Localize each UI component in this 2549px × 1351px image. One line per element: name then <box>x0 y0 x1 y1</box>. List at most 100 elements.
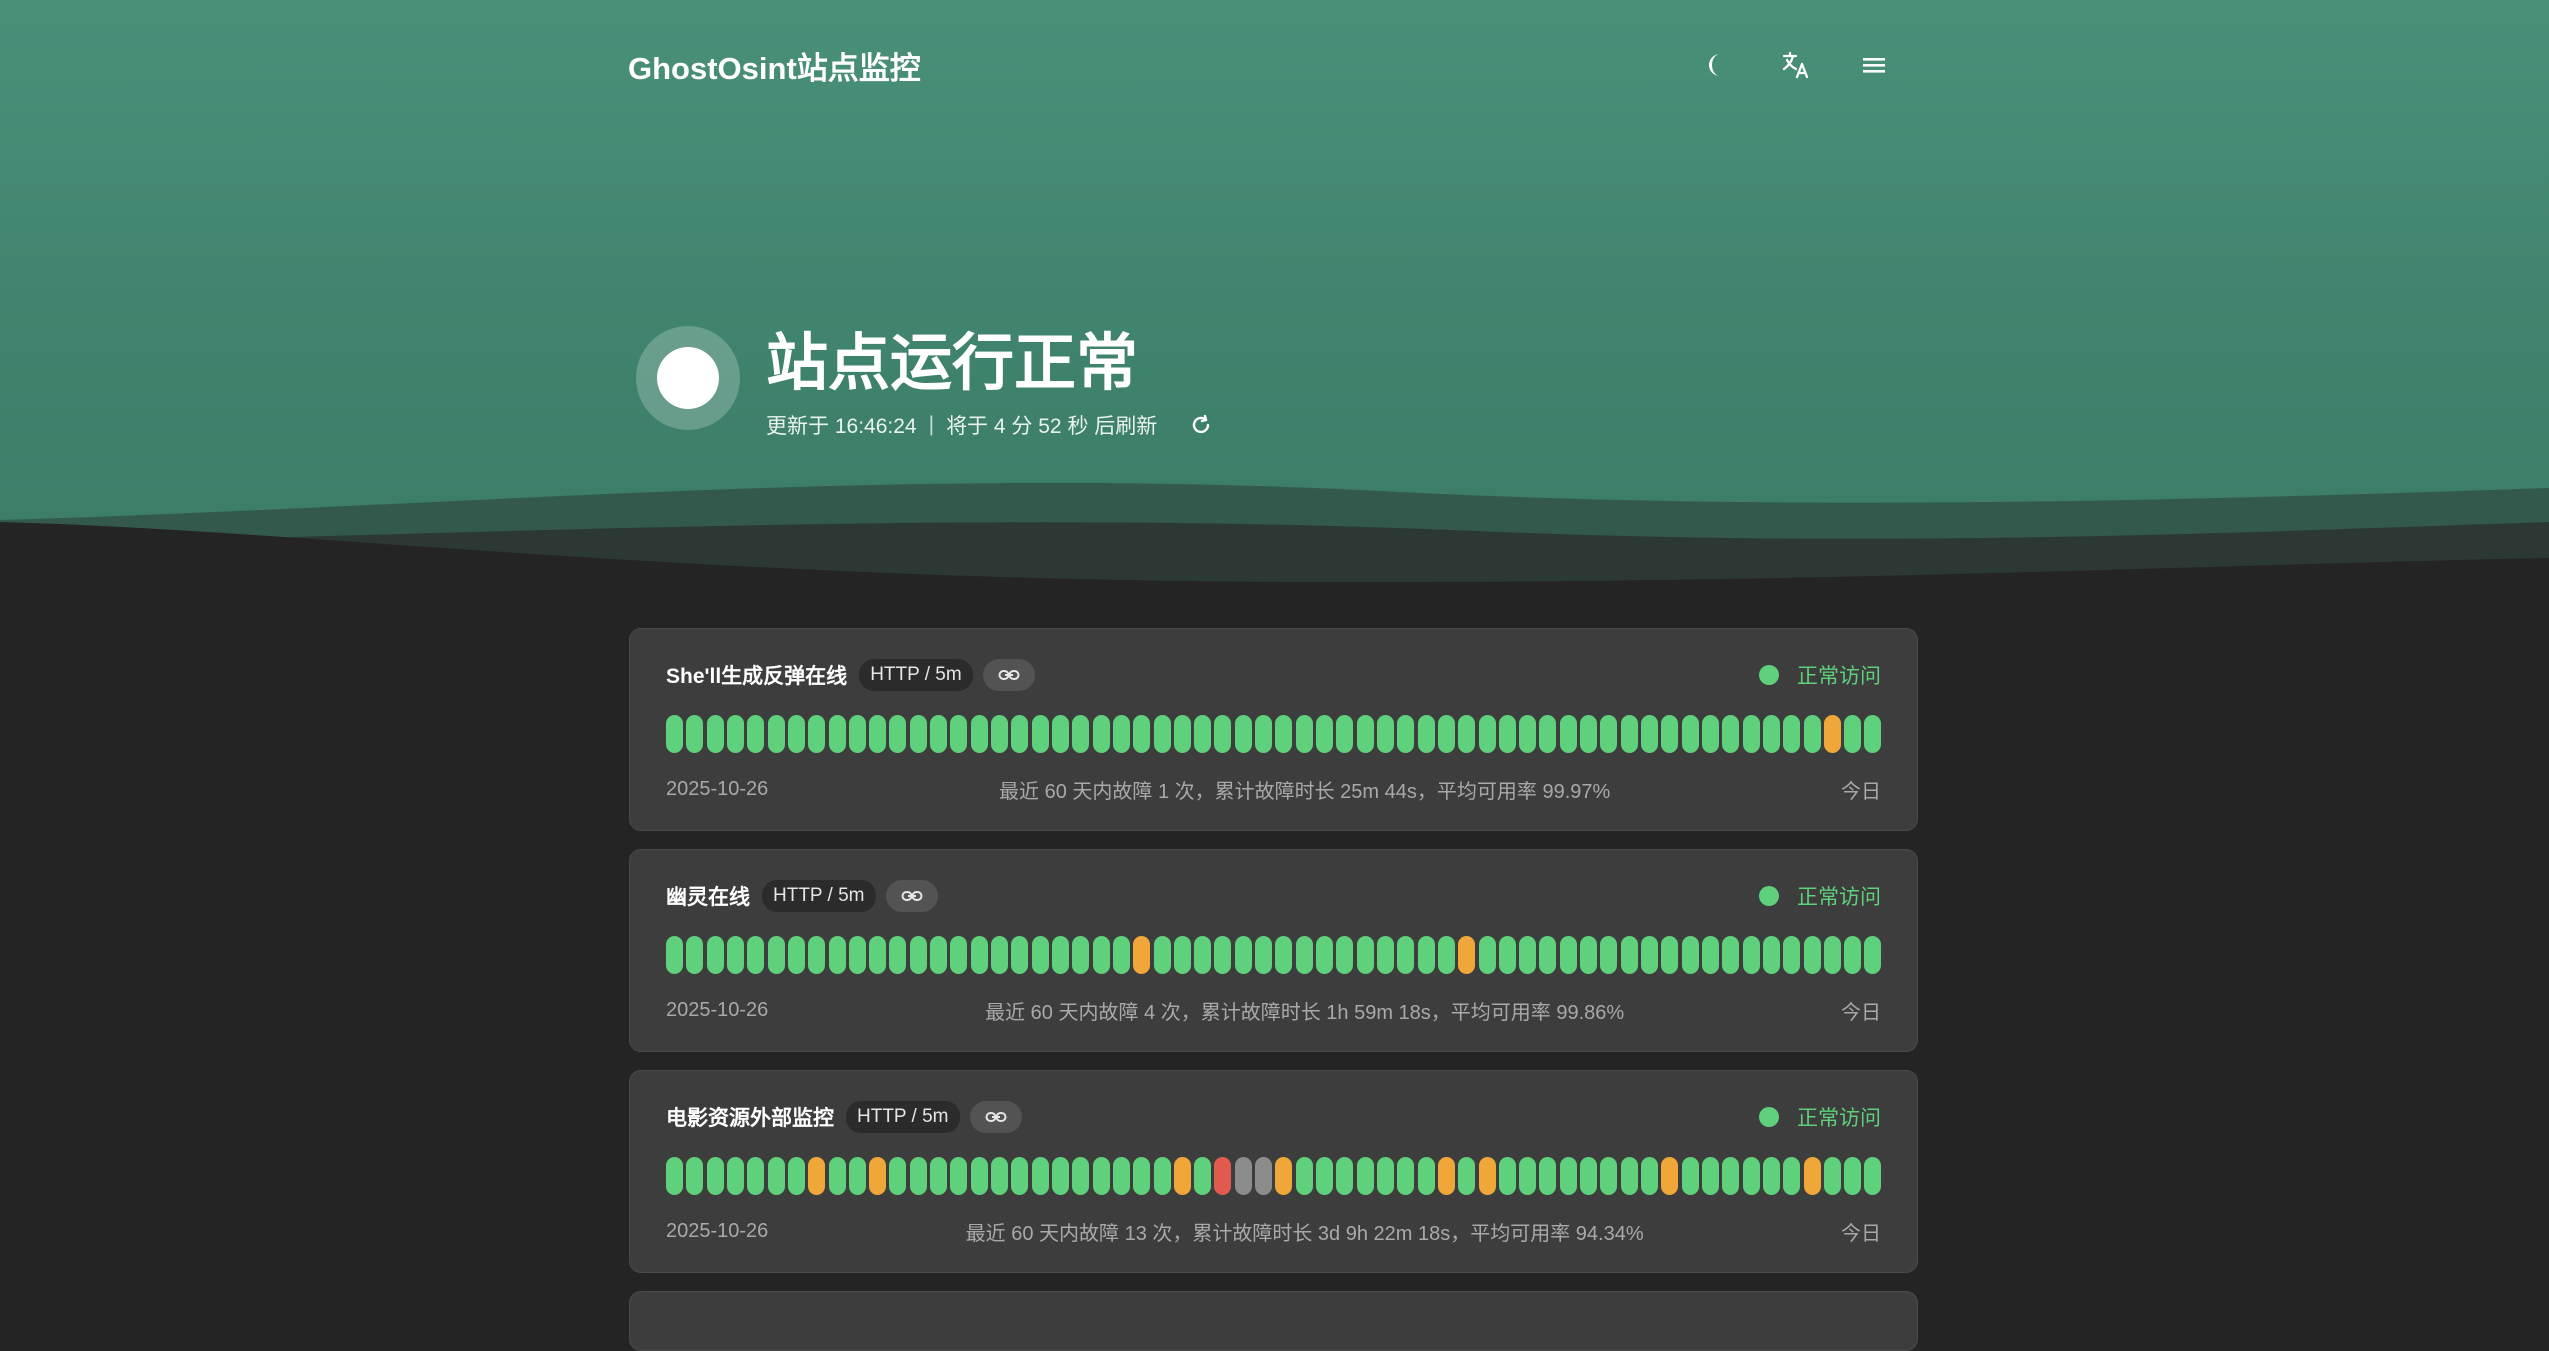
uptime-day-bar[interactable] <box>1011 1157 1029 1195</box>
uptime-day-bar[interactable] <box>991 936 1008 974</box>
uptime-day-bar[interactable] <box>1701 936 1719 974</box>
uptime-day-bar[interactable] <box>1255 936 1273 974</box>
uptime-day-bar[interactable] <box>1072 1157 1090 1195</box>
uptime-day-bar[interactable] <box>1336 936 1354 974</box>
uptime-day-bar[interactable] <box>991 1157 1008 1195</box>
uptime-day-bar[interactable] <box>930 936 948 974</box>
uptime-day-bar[interactable] <box>1031 936 1049 974</box>
uptime-day-bar[interactable] <box>1641 936 1658 974</box>
uptime-day-bar[interactable] <box>1458 715 1476 753</box>
uptime-day-bar[interactable] <box>747 1157 765 1195</box>
uptime-day-bar[interactable] <box>1742 936 1760 974</box>
uptime-day-bar[interactable] <box>1356 1157 1374 1195</box>
translate-icon[interactable] <box>1778 47 1814 83</box>
uptime-day-bar[interactable] <box>1539 715 1557 753</box>
uptime-day-bar[interactable] <box>1580 715 1598 753</box>
uptime-day-bar[interactable] <box>1153 715 1171 753</box>
uptime-day-bar[interactable] <box>1864 715 1882 753</box>
uptime-day-bar[interactable] <box>1011 715 1029 753</box>
uptime-day-bar[interactable] <box>767 936 785 974</box>
uptime-day-bar[interactable] <box>726 936 744 974</box>
uptime-day-bar[interactable] <box>1275 715 1293 753</box>
uptime-day-bar[interactable] <box>1072 936 1090 974</box>
uptime-day-bar[interactable] <box>1417 936 1435 974</box>
uptime-day-bar[interactable] <box>1214 936 1232 974</box>
uptime-day-bar[interactable] <box>1742 715 1760 753</box>
uptime-day-bar[interactable] <box>1823 1157 1841 1195</box>
uptime-day-bar[interactable] <box>1214 715 1232 753</box>
uptime-day-bar[interactable] <box>726 1157 744 1195</box>
uptime-day-bar[interactable] <box>1194 936 1212 974</box>
uptime-day-bar[interactable] <box>1173 1157 1191 1195</box>
uptime-day-bar[interactable] <box>828 715 846 753</box>
uptime-day-bar[interactable] <box>1722 936 1740 974</box>
uptime-day-bar[interactable] <box>970 936 988 974</box>
uptime-day-bar[interactable] <box>1600 715 1618 753</box>
uptime-day-bar[interactable] <box>1661 936 1679 974</box>
uptime-day-bar[interactable] <box>1762 715 1780 753</box>
uptime-day-bar[interactable] <box>909 936 927 974</box>
uptime-day-bar[interactable] <box>1864 936 1882 974</box>
uptime-day-bar[interactable] <box>1437 1157 1455 1195</box>
uptime-day-bar[interactable] <box>706 936 724 974</box>
uptime-day-bar[interactable] <box>1153 1157 1171 1195</box>
uptime-day-bar[interactable] <box>1498 1157 1516 1195</box>
uptime-day-bar[interactable] <box>1194 1157 1212 1195</box>
menu-icon[interactable] <box>1856 47 1892 83</box>
uptime-day-bar[interactable] <box>1701 715 1719 753</box>
uptime-day-bar[interactable] <box>828 936 846 974</box>
uptime-day-bar[interactable] <box>1519 715 1537 753</box>
uptime-day-bar[interactable] <box>1234 936 1252 974</box>
uptime-day-bar[interactable] <box>706 1157 724 1195</box>
uptime-day-bar[interactable] <box>991 715 1008 753</box>
uptime-day-bar[interactable] <box>1641 715 1658 753</box>
uptime-day-bar[interactable] <box>1478 715 1496 753</box>
uptime-day-bar[interactable] <box>1844 1157 1862 1195</box>
uptime-day-bar[interactable] <box>1803 715 1821 753</box>
uptime-day-bar[interactable] <box>869 936 887 974</box>
uptime-day-bar[interactable] <box>787 1157 805 1195</box>
uptime-day-bar[interactable] <box>1580 1157 1598 1195</box>
refresh-icon[interactable] <box>1189 413 1213 437</box>
uptime-day-bar[interactable] <box>1803 936 1821 974</box>
uptime-day-bar[interactable] <box>1112 936 1130 974</box>
uptime-day-bar[interactable] <box>787 715 805 753</box>
uptime-day-bar[interactable] <box>1823 715 1841 753</box>
uptime-day-bar[interactable] <box>1072 715 1090 753</box>
link-icon[interactable] <box>885 880 938 912</box>
uptime-day-bar[interactable] <box>1600 1157 1618 1195</box>
uptime-day-bar[interactable] <box>1376 715 1394 753</box>
uptime-day-bar[interactable] <box>1417 1157 1435 1195</box>
uptime-day-bar[interactable] <box>909 1157 927 1195</box>
uptime-day-bar[interactable] <box>1498 715 1516 753</box>
uptime-day-bar[interactable] <box>1661 715 1679 753</box>
uptime-day-bar[interactable] <box>767 1157 785 1195</box>
uptime-day-bar[interactable] <box>1356 936 1374 974</box>
uptime-day-bar[interactable] <box>1275 1157 1293 1195</box>
uptime-day-bar[interactable] <box>848 715 866 753</box>
uptime-day-bar[interactable] <box>970 715 988 753</box>
uptime-day-bar[interactable] <box>1458 1157 1476 1195</box>
uptime-day-bar[interactable] <box>1762 936 1780 974</box>
uptime-day-bar[interactable] <box>1234 715 1252 753</box>
uptime-day-bar[interactable] <box>1701 1157 1719 1195</box>
uptime-day-bar[interactable] <box>1559 936 1577 974</box>
uptime-day-bar[interactable] <box>909 715 927 753</box>
uptime-day-bar[interactable] <box>1031 715 1049 753</box>
uptime-day-bar[interactable] <box>1031 1157 1049 1195</box>
uptime-day-bar[interactable] <box>666 715 683 753</box>
uptime-day-bar[interactable] <box>1539 1157 1557 1195</box>
uptime-day-bar[interactable] <box>1722 715 1740 753</box>
uptime-day-bar[interactable] <box>950 715 968 753</box>
uptime-day-bar[interactable] <box>1133 715 1151 753</box>
uptime-day-bar[interactable] <box>1092 936 1110 974</box>
uptime-day-bar[interactable] <box>1437 715 1455 753</box>
uptime-day-bar[interactable] <box>1397 715 1415 753</box>
uptime-day-bar[interactable] <box>1112 1157 1130 1195</box>
uptime-day-bar[interactable] <box>1173 936 1191 974</box>
uptime-day-bar[interactable] <box>1600 936 1618 974</box>
uptime-day-bar[interactable] <box>1234 1157 1252 1195</box>
uptime-day-bar[interactable] <box>666 1157 683 1195</box>
uptime-day-bar[interactable] <box>1376 936 1394 974</box>
uptime-day-bar[interactable] <box>1295 1157 1313 1195</box>
